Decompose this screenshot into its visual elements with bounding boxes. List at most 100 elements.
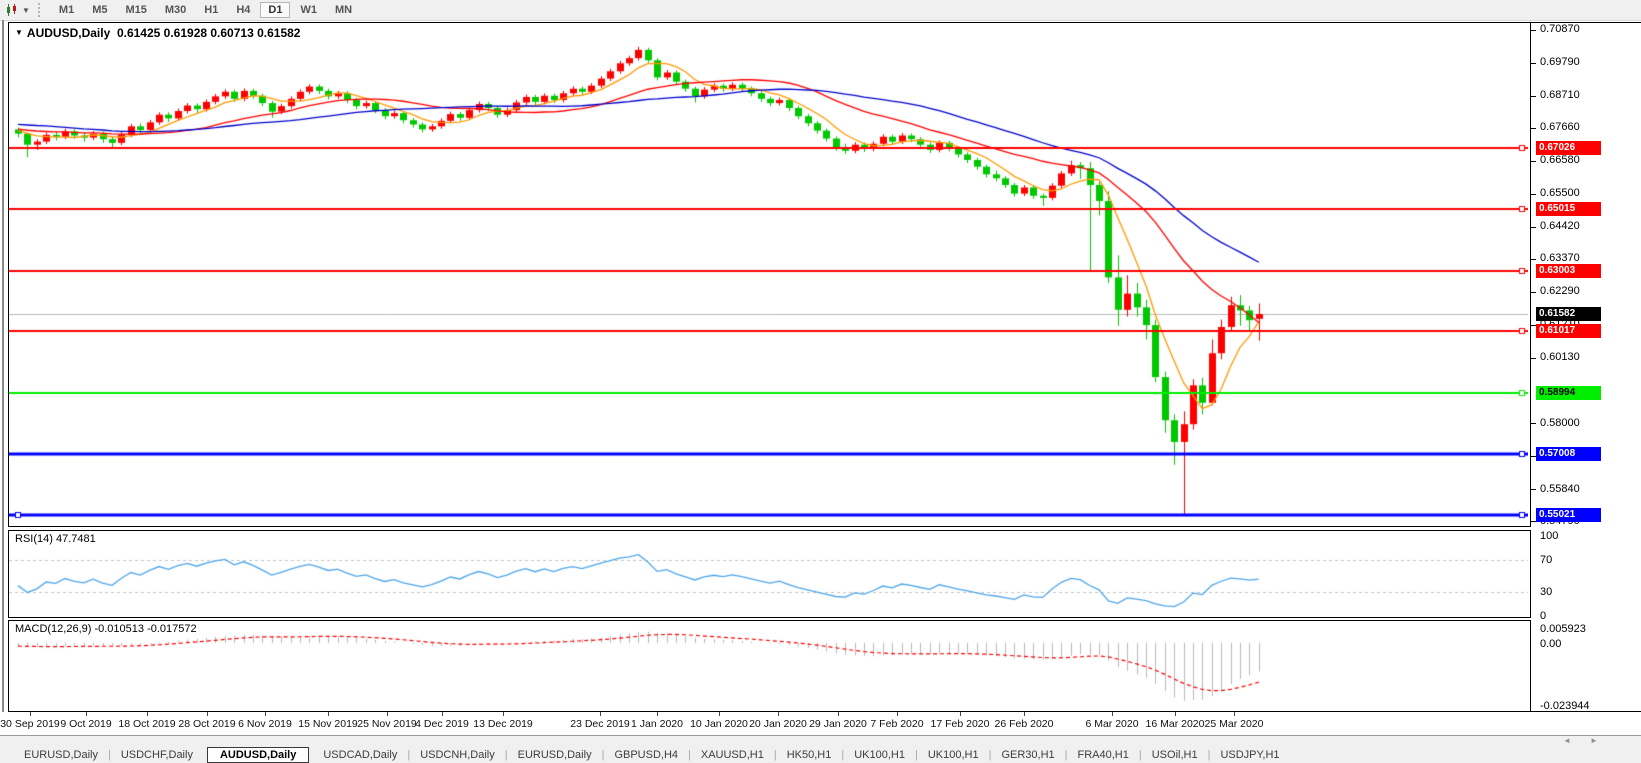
chart-title: ▼ AUDUSD,Daily 0.61425 0.61928 0.60713 0.… [15,26,300,40]
price-axis-tick [1530,161,1536,162]
date-label: 6 Mar 2020 [1085,718,1138,730]
tab-gbpusd-h4[interactable]: GBPUSD,H4 [604,749,688,761]
rsi-label: RSI(14) 47.7481 [15,533,96,545]
date-label: 28 Oct 2019 [178,718,235,730]
date-label: 7 Feb 2020 [870,718,923,730]
rsi-indicator-pane: RSI(14) 47.7481 [8,530,1531,618]
price-axis-label: 0.60130 [1540,351,1580,363]
tab-audusd-daily[interactable]: AUDUSD,Daily [207,747,309,763]
chart-ohlc-values: 0.61425 0.61928 0.60713 0.61582 [117,26,301,40]
price-axis-label: 0.68710 [1540,89,1580,101]
timeframe-toolbar: ▼ M1M5M15M30H1H4D1W1MN [0,0,1641,21]
tab-hk50-h1[interactable]: HK50,H1 [777,749,842,761]
tab-xauusd-h1[interactable]: XAUUSD,H1 [691,749,774,761]
date-tick [86,712,87,716]
price-chart-pane: ▼ AUDUSD,Daily 0.61425 0.61928 0.60713 0.… [8,22,1531,527]
mt4-terminal: { "toolbar": { "timeframes": ["M1","M5",… [0,0,1641,763]
tab-ger30-h1[interactable]: GER30,H1 [991,749,1064,761]
price-axis-label: 0.63370 [1540,252,1580,264]
date-label: 13 Dec 2019 [473,718,533,730]
tab-usdcnh-daily[interactable]: USDCNH,Daily [410,749,505,761]
date-label: 26 Feb 2020 [995,718,1054,730]
macd-scale-label: 0.00 [1540,638,1561,650]
price-axis-label: 0.64420 [1540,220,1580,232]
hline-price-badge: 0.58994 [1536,386,1601,400]
chart-type-button[interactable]: ▼ [0,1,36,19]
timeframe-button-mn[interactable]: MN [327,2,360,18]
date-tick [838,712,839,716]
tab-uk100-h1[interactable]: UK100,H1 [844,749,915,761]
timeframe-button-m30[interactable]: M30 [157,2,194,18]
date-tick [719,712,720,716]
price-axis-label: 0.69790 [1540,56,1580,68]
timeframe-button-m15[interactable]: M15 [117,2,154,18]
window-left-border [2,20,4,745]
date-tick [600,712,601,716]
date-tick [265,712,266,716]
date-axis: 30 Sep 20199 Oct 2019 18 Oct 201928 Oct 2… [0,712,1641,735]
date-tick [1234,712,1235,716]
date-label: 25 Nov 2019 [357,718,417,730]
chart-symbol-title: AUDUSD,Daily [27,26,110,40]
price-axis-tick [1530,96,1536,97]
price-axis-tick [1530,128,1536,129]
price-axis-tick [1530,292,1536,293]
price-axis-label: 0.70870 [1540,23,1580,35]
price-axis-label: 0.65500 [1540,187,1580,199]
hline-price-badge: 0.65015 [1536,202,1601,216]
timeframe-button-h4[interactable]: H4 [228,2,258,18]
tab-fra40-h1[interactable]: FRA40,H1 [1068,749,1139,761]
tab-eurusd-daily[interactable]: EURUSD,Daily [508,749,602,761]
scroll-left-icon[interactable]: ◄ [1563,736,1571,746]
date-tick [1024,712,1025,716]
toolbar-grip[interactable] [38,3,44,17]
rsi-canvas[interactable] [9,531,1528,615]
timeframe-button-w1[interactable]: W1 [292,2,325,18]
tab-uk100-h1[interactable]: UK100,H1 [918,749,989,761]
chart-tab-bar: EURUSD,Daily|USDCHF,DailyAUDUSD,DailyUSD… [0,746,1641,763]
timeframe-button-m1[interactable]: M1 [51,2,82,18]
macd-canvas[interactable] [9,621,1528,709]
macd-indicator-pane: MACD(12,26,9) -0.010513 -0.017572 [8,620,1531,712]
price-axis-label: 0.58000 [1540,417,1580,429]
timeframe-button-m5[interactable]: M5 [84,2,115,18]
date-label: 9 Oct 2019 [60,718,111,730]
price-chart-canvas[interactable] [9,23,1528,524]
price-axis-label: 0.55840 [1540,483,1580,495]
candlestick-chart-icon [6,4,19,16]
date-label: 20 Jan 2020 [749,718,807,730]
tab-usoil-h1[interactable]: USOil,H1 [1142,749,1208,761]
price-axis-tick [1530,358,1536,359]
macd-scale-label: 0.005923 [1540,623,1586,635]
date-tick [30,712,31,716]
date-tick [657,712,658,716]
date-tick [960,712,961,716]
date-label: 4 Dec 2019 [415,718,469,730]
date-tick [1175,712,1176,716]
scroll-right-icon[interactable]: ► [1590,736,1598,746]
date-tick [778,712,779,716]
date-label: 18 Oct 2019 [118,718,175,730]
macd-label: MACD(12,26,9) -0.010513 -0.017572 [15,623,197,635]
date-tick [387,712,388,716]
date-label: 6 Nov 2019 [238,718,292,730]
date-tick [1112,712,1113,716]
date-label: 30 Sep 2019 [0,718,60,730]
tab-eurusd-daily[interactable]: EURUSD,Daily [14,749,108,761]
date-label: 17 Feb 2020 [931,718,990,730]
date-label: 25 Mar 2020 [1205,718,1264,730]
collapse-triangle-icon[interactable]: ▼ [15,28,23,37]
rsi-scale-label: 30 [1540,586,1552,598]
tab-usdchf-daily[interactable]: USDCHF,Daily [111,749,203,761]
price-axis-tick [1530,194,1536,195]
price-axis-tick [1530,423,1536,424]
tab-usdjpy-h1[interactable]: USDJPY,H1 [1210,749,1289,761]
timeframe-button-h1[interactable]: H1 [196,2,226,18]
price-axis-tick [1530,30,1536,31]
horizontal-scrollbar[interactable]: ◄ ► [0,735,1641,746]
date-tick [503,712,504,716]
timeframe-button-d1[interactable]: D1 [260,2,290,18]
tab-usdcad-daily[interactable]: USDCAD,Daily [313,749,407,761]
price-axis-tick [1530,259,1536,260]
date-tick [328,712,329,716]
